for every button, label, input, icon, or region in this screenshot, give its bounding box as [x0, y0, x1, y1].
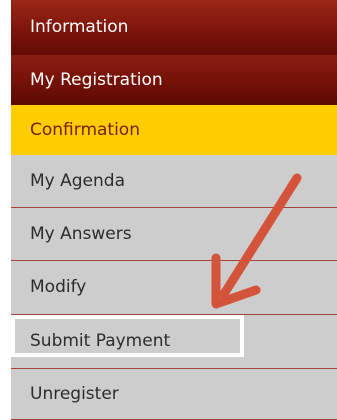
- menu-item-information[interactable]: Information: [11, 0, 337, 55]
- menu-item-my-agenda[interactable]: My Agenda: [11, 155, 337, 208]
- menu-item-label: Submit Payment: [30, 331, 171, 351]
- menu-item-label: Modify: [30, 277, 87, 297]
- menu-item-modify[interactable]: Modify: [11, 261, 337, 315]
- menu-item-label: Confirmation: [30, 119, 140, 140]
- menu-item-confirmation[interactable]: Confirmation: [11, 105, 337, 155]
- menu-item-label: My Registration: [30, 69, 163, 90]
- menu-item-label: My Answers: [30, 223, 132, 244]
- menu-item-my-answers[interactable]: My Answers: [11, 208, 337, 261]
- navigation-menu: Information My Registration Confirmation…: [0, 0, 337, 420]
- menu-item-unregister[interactable]: Unregister: [11, 369, 337, 420]
- menu-item-label: My Agenda: [30, 170, 125, 191]
- menu-item-label: Unregister: [30, 383, 119, 404]
- menu-item-submit-payment[interactable]: Submit Payment: [11, 315, 337, 369]
- menu-item-label: Information: [30, 17, 129, 37]
- menu-item-my-registration[interactable]: My Registration: [11, 55, 337, 105]
